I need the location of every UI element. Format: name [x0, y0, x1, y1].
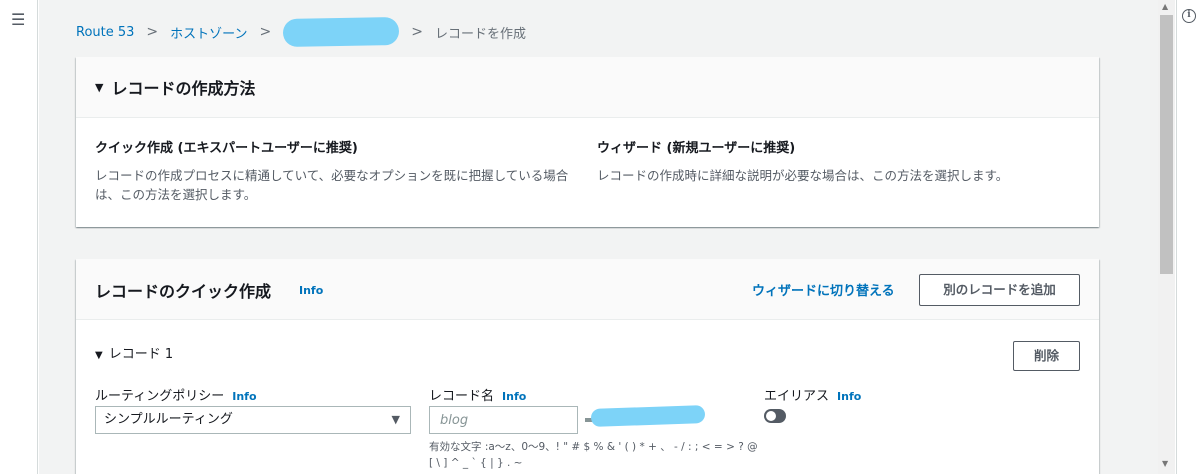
- routing-policy-label: ルーティングポリシー Info: [95, 385, 257, 404]
- info-icon[interactable]: i: [1182, 9, 1196, 23]
- alias-label-text: エイリアス: [764, 389, 830, 404]
- add-another-record-button[interactable]: 別のレコードを追加: [919, 274, 1080, 306]
- quick-create-header: レコードのクイック作成 Info ウィザードに切り替える 別のレコードを追加: [76, 259, 1099, 320]
- toggle-knob: [766, 411, 776, 421]
- switch-to-wizard-link[interactable]: ウィザードに切り替える: [752, 280, 895, 299]
- quick-create-panel: レコードのクイック作成 Info ウィザードに切り替える 別のレコードを追加 ▼…: [76, 259, 1099, 474]
- wizard-description: レコードの作成時に詳細な説明が必要な場合は、この方法を選択します。: [597, 168, 1009, 183]
- chevron-right-icon: >: [411, 24, 423, 40]
- left-navigation-bar: ☰: [0, 0, 38, 474]
- quick-create-info-link[interactable]: Info: [299, 284, 323, 297]
- record-name-label: レコード名 Info: [429, 385, 526, 404]
- routing-policy-select[interactable]: シンプルルーティング ▼: [95, 406, 411, 434]
- wizard-option: ウィザード (新規ユーザーに推奨) レコードの作成時に詳細な説明が必要な場合は、…: [597, 137, 1077, 185]
- creation-method-header[interactable]: ▼ レコードの作成方法: [76, 57, 1099, 118]
- alias-toggle[interactable]: [764, 409, 786, 423]
- hamburger-menu-icon[interactable]: ☰: [11, 10, 25, 29]
- breadcrumb-hosted-zones[interactable]: ホストゾーン: [170, 23, 247, 42]
- wizard-title: ウィザード (新規ユーザーに推奨): [597, 141, 796, 156]
- routing-policy-info-link[interactable]: Info: [232, 390, 256, 403]
- creation-method-title: レコードの作成方法: [111, 79, 256, 98]
- scrollbar-thumb[interactable]: [1160, 15, 1173, 274]
- right-tools-bar: i: [1176, 0, 1200, 474]
- routing-policy-value: シンプルルーティング: [104, 412, 233, 427]
- caret-down-icon: ▼: [391, 413, 400, 426]
- breadcrumb-route53[interactable]: Route 53: [76, 25, 134, 40]
- vertical-scrollbar[interactable]: ▲ ▼: [1158, 0, 1175, 474]
- scroll-down-arrow-icon[interactable]: ▼: [1162, 459, 1168, 468]
- record-name-input[interactable]: [429, 406, 578, 434]
- breadcrumb-current: レコードを作成: [434, 26, 526, 42]
- routing-policy-label-text: ルーティングポリシー: [95, 389, 225, 404]
- redacted-domain-suffix: [590, 405, 706, 427]
- chevron-right-icon: >: [259, 24, 272, 40]
- chevron-right-icon: >: [146, 24, 159, 40]
- record-expander[interactable]: ▼ レコード 1: [95, 343, 173, 362]
- quick-create-description: レコードの作成プロセスに精通していて、必要なオプションを既に把握している場合は、…: [95, 168, 569, 202]
- redacted-hosted-zone-name[interactable]: [283, 16, 400, 48]
- caret-down-icon: ▼: [95, 350, 103, 361]
- quick-create-title: クイック作成 (エキスパートユーザーに推奨): [95, 141, 358, 156]
- main-content: Route 53 > ホストゾーン > > レコードを作成 ▼ レコードの作成方…: [39, 0, 1158, 474]
- record-label: レコード 1: [108, 347, 174, 362]
- alias-info-link[interactable]: Info: [837, 390, 861, 403]
- record-name-label-text: レコード名: [429, 389, 495, 404]
- quick-create-option: クイック作成 (エキスパートユーザーに推奨) レコードの作成プロセスに精通してい…: [95, 137, 575, 204]
- quick-create-panel-title: レコードのクイック作成: [95, 282, 272, 301]
- caret-down-icon: ▼: [95, 80, 104, 94]
- breadcrumb: Route 53 > ホストゾーン > > レコードを作成: [76, 16, 526, 48]
- delete-record-button[interactable]: 削除: [1013, 341, 1080, 371]
- record-name-hint: 有効な文字 :a〜z、0〜9、! " # $ % & ' ( ) * + 、 -…: [429, 441, 758, 469]
- record-name-info-link[interactable]: Info: [502, 390, 526, 403]
- scroll-up-arrow-icon[interactable]: ▲: [1162, 2, 1168, 11]
- creation-method-panel: ▼ レコードの作成方法 クイック作成 (エキスパートユーザーに推奨) レコードの…: [76, 57, 1099, 227]
- alias-label: エイリアス Info: [764, 385, 861, 404]
